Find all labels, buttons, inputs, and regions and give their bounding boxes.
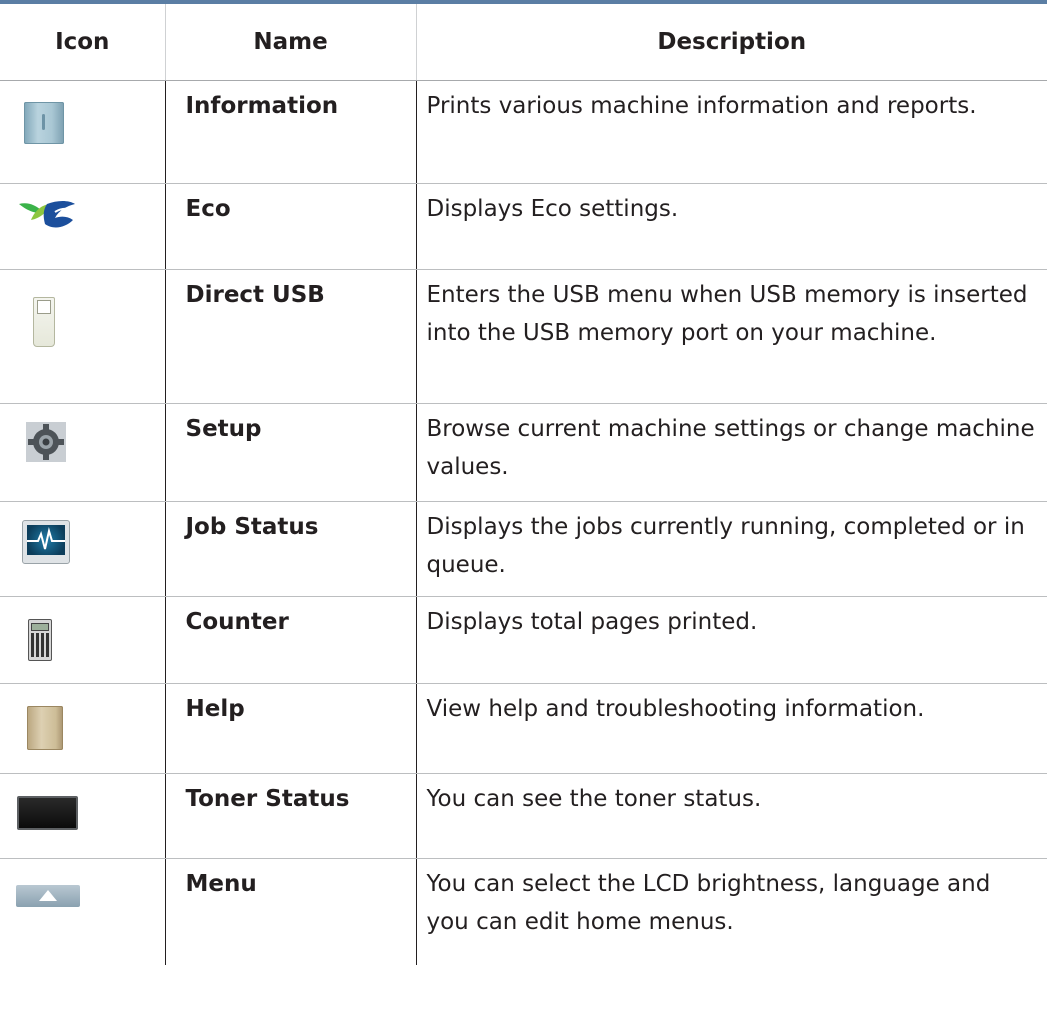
header-icon: Icon [0, 4, 165, 81]
header-name: Name [164, 4, 416, 81]
table-header-row: Icon Name Description [0, 4, 1047, 81]
header-description: Description [415, 4, 1047, 81]
row-icon-cell [0, 773, 165, 859]
row-description: View help and troubleshooting informatio… [415, 683, 1047, 774]
table-row: Direct USB Enters the USB menu when USB … [0, 269, 1047, 404]
table-row: Information Prints various machine infor… [0, 80, 1047, 184]
row-icon-cell [0, 683, 165, 774]
table-row: Setup Browse current machine settings or… [0, 403, 1047, 502]
table-row: Counter Displays total pages printed. [0, 596, 1047, 684]
row-name: Direct USB [164, 269, 416, 404]
row-icon-cell [0, 859, 165, 965]
monitor-pulse-icon [22, 520, 70, 564]
row-description: You can select the LCD brightness, langu… [415, 858, 1047, 965]
help-book-icon [27, 706, 63, 750]
eco-leaf-icon [19, 201, 75, 228]
gear-icon [26, 422, 66, 462]
table-row: Eco Displays Eco settings. [0, 183, 1047, 270]
row-icon-cell [0, 501, 165, 597]
information-book-icon [24, 102, 64, 144]
row-description: You can see the toner status. [415, 773, 1047, 859]
row-name: Setup [164, 403, 416, 502]
table-row: Help View help and troubleshooting infor… [0, 683, 1047, 774]
toner-screen-icon [17, 796, 78, 830]
usb-stick-icon [33, 297, 55, 347]
row-name: Menu [164, 858, 416, 965]
row-name: Toner Status [164, 773, 416, 859]
row-icon-cell [0, 403, 165, 502]
row-icon-cell [0, 269, 165, 404]
row-description: Browse current machine settings or chang… [415, 403, 1047, 502]
row-description: Enters the USB menu when USB memory is i… [415, 269, 1047, 404]
row-description: Displays the jobs currently running, com… [415, 501, 1047, 597]
table-row: Job Status Displays the jobs currently r… [0, 501, 1047, 597]
menu-up-arrow-icon [16, 885, 80, 907]
icon-reference-table: Icon Name Description Information Prints… [0, 4, 1047, 965]
row-description: Prints various machine information and r… [415, 80, 1047, 184]
row-description: Displays Eco settings. [415, 183, 1047, 270]
row-name: Job Status [164, 501, 416, 597]
calculator-display [31, 623, 49, 631]
usb-plug [37, 300, 51, 314]
row-description: Displays total pages printed. [415, 596, 1047, 684]
calculator-keys [31, 633, 49, 657]
row-icon-cell [0, 80, 165, 184]
row-icon-cell [0, 183, 165, 270]
calculator-icon [28, 619, 52, 661]
row-name: Information [164, 80, 416, 184]
row-name: Counter [164, 596, 416, 684]
row-name: Eco [164, 183, 416, 270]
row-name: Help [164, 683, 416, 774]
table-row: Menu You can select the LCD brightness, … [0, 858, 1047, 965]
table-row: Toner Status You can see the toner statu… [0, 773, 1047, 859]
icon-reference-table-wrap: Icon Name Description Information Prints… [0, 0, 1047, 965]
row-icon-cell [0, 596, 165, 684]
